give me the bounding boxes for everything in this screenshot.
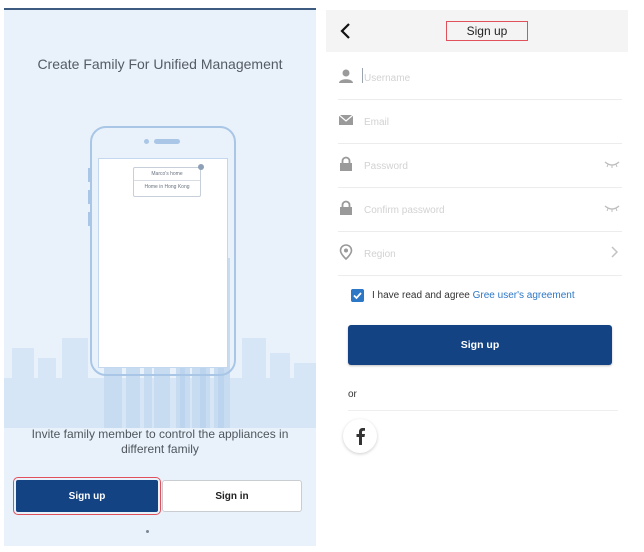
phone-speaker [154,139,180,144]
top-divider [4,8,316,10]
location-icon [339,244,353,260]
region-field[interactable] [338,232,622,276]
submit-signup-button[interactable]: Sign up [348,325,612,365]
signup-button[interactable]: Sign up [13,477,161,515]
signup-screen: Sign up Username Email Region I have rea… [326,0,644,552]
password-input[interactable] [362,154,586,178]
lock-icon [340,200,352,215]
phone-illustration: Marco's home Home in Hong Kong [88,126,236,376]
facebook-login-button[interactable] [343,419,377,453]
username-input[interactable] [362,66,586,90]
phone-side-button [88,190,90,204]
close-dot-icon [198,164,204,170]
divider [348,410,618,411]
agreement-label: I have read and agree Gree user's agreem… [372,290,575,301]
invite-description: Invite family member to control the appl… [31,427,289,456]
page-indicator-dot [146,530,149,533]
lock-icon [340,156,352,171]
eye-closed-icon[interactable] [604,204,620,212]
onboarding-title: Create Family For Unified Management [37,56,283,72]
chevron-left-icon[interactable] [338,22,354,40]
page-title: Sign up [446,21,528,41]
eye-closed-icon[interactable] [604,160,620,168]
phone-camera [144,139,149,144]
facebook-icon [356,428,365,445]
agreement-row: I have read and agree Gree user's agreem… [348,288,628,306]
family-item: Marco's home [151,171,183,177]
phone-side-button [88,168,90,182]
agreement-checkbox[interactable] [351,289,364,302]
user-icon [339,69,353,83]
region-input[interactable] [362,242,586,266]
header-bar: Sign up [326,10,628,52]
chevron-right-icon [611,246,618,258]
or-separator-label: or [348,389,357,400]
family-list-popup: Marco's home Home in Hong Kong [133,164,204,197]
agreement-link[interactable]: Gree user's agreement [473,290,575,301]
phone-side-button [88,212,90,226]
username-field[interactable] [338,56,622,100]
mail-icon [338,114,354,125]
email-field[interactable] [338,100,622,144]
phone-screen: Marco's home Home in Hong Kong [98,158,228,368]
password-field[interactable] [338,144,622,188]
onboarding-screen: Create Family For Unified Management Mar… [4,8,316,546]
confirm-password-field[interactable] [338,188,622,232]
signin-button[interactable]: Sign in [162,480,302,512]
confirm-password-input[interactable] [362,198,586,222]
family-item: Home in Hong Kong [134,180,200,193]
agreement-text: I have read and agree [372,290,473,301]
email-input[interactable] [362,110,586,134]
